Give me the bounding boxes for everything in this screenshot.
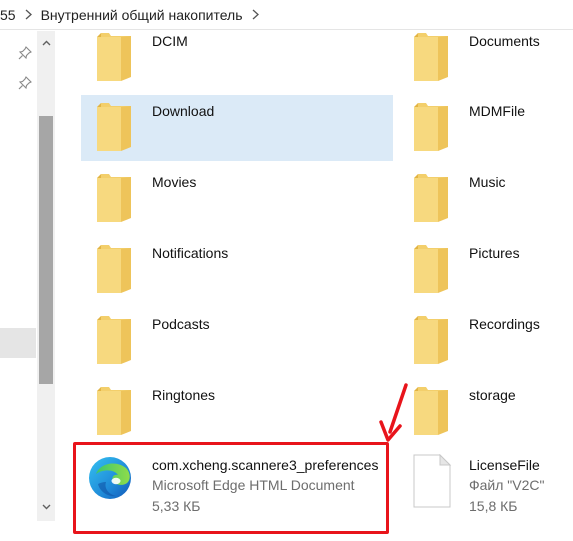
folder-item-storage[interactable]: storage	[398, 379, 573, 445]
chevron-right-icon[interactable]	[25, 9, 32, 20]
scroll-up-arrow-icon[interactable]	[37, 35, 55, 51]
folder-icon	[414, 245, 448, 293]
item-type: Файл "V2C"	[469, 477, 545, 493]
highlight-annotation-box	[73, 442, 389, 534]
item-name: MDMFile	[469, 103, 525, 119]
file-item-licensefile[interactable]: LicenseFile Файл "V2C" 15,8 КБ	[398, 448, 573, 514]
folder-icon	[414, 387, 448, 435]
folder-item-mdmfile[interactable]: MDMFile	[398, 95, 573, 161]
vertical-scrollbar[interactable]	[37, 31, 55, 521]
item-name: DCIM	[152, 33, 188, 49]
folder-item-documents[interactable]: Documents	[398, 25, 573, 91]
folder-icon	[97, 245, 131, 293]
folder-icon	[97, 103, 131, 151]
item-name: Ringtones	[152, 387, 216, 403]
pin-icon[interactable]	[18, 76, 32, 90]
item-size: 15,8 КБ	[469, 498, 518, 514]
item-name: Notifications	[152, 245, 229, 261]
folder-item-pictures[interactable]: Pictures	[398, 237, 573, 303]
blank-file-icon	[413, 454, 452, 508]
navigation-pane	[0, 31, 36, 541]
folder-icon	[414, 174, 448, 222]
nav-selected-item[interactable]	[0, 328, 36, 358]
item-name: storage	[469, 387, 516, 403]
folder-item-podcasts[interactable]: Podcasts	[81, 308, 393, 374]
folder-item-ringtones[interactable]: Ringtones	[81, 379, 393, 445]
folder-icon	[97, 174, 131, 222]
item-name: Music	[469, 174, 506, 190]
folder-item-dcim[interactable]: DCIM	[81, 25, 393, 91]
folder-item-music[interactable]: Music	[398, 166, 573, 232]
item-name: Movies	[152, 174, 197, 190]
item-name: Pictures	[469, 245, 520, 261]
folder-icon	[414, 33, 448, 81]
folder-icon	[97, 33, 131, 81]
item-name: Podcasts	[152, 316, 210, 332]
folder-item-download[interactable]: Download	[81, 95, 393, 161]
folder-icon	[414, 316, 448, 364]
chevron-right-icon[interactable]	[252, 9, 259, 20]
pin-icon[interactable]	[18, 46, 32, 60]
scroll-thumb[interactable]	[39, 116, 53, 384]
item-name: Documents	[469, 33, 540, 49]
item-name: Recordings	[469, 316, 540, 332]
breadcrumb-item-current[interactable]: Внутренний общий накопитель	[41, 7, 243, 23]
folder-item-movies[interactable]: Movies	[81, 166, 393, 232]
folder-icon	[414, 103, 448, 151]
folder-icon	[97, 387, 131, 435]
annotation-arrow-icon	[379, 383, 408, 442]
item-name: Download	[152, 103, 215, 119]
folder-icon	[97, 316, 131, 364]
breadcrumb-item-prev[interactable]: 55	[0, 7, 16, 23]
scroll-down-arrow-icon[interactable]	[37, 499, 55, 515]
folder-item-recordings[interactable]: Recordings	[398, 308, 573, 374]
folder-item-notifications[interactable]: Notifications	[81, 237, 393, 303]
item-name: LicenseFile	[469, 457, 540, 473]
